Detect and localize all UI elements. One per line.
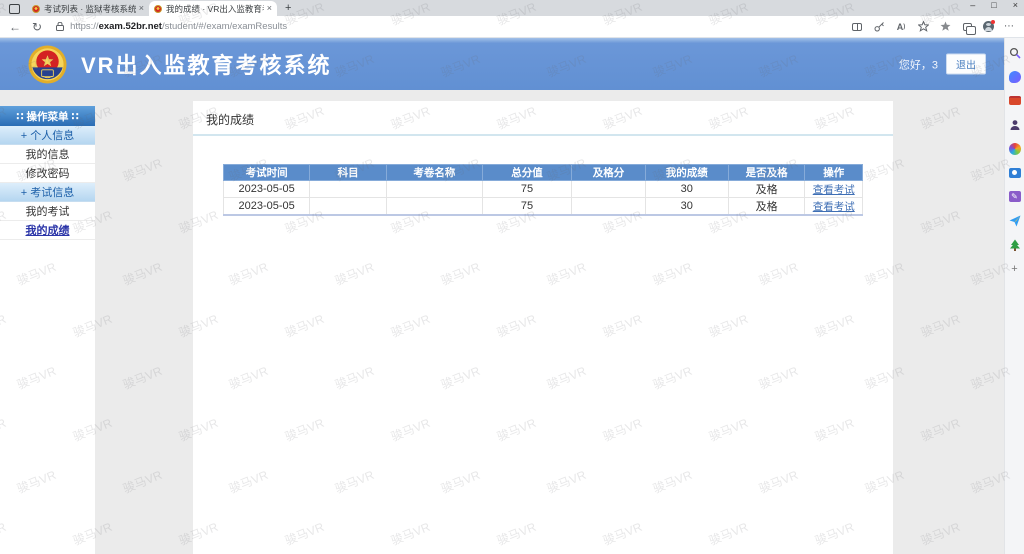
col-pass-status: 是否及格 [728, 165, 805, 181]
table-row: 2023-05-05 75 30 及格 查看考试 [224, 198, 863, 216]
more-menu-icon[interactable]: ⋯ [1004, 21, 1015, 32]
password-key-icon[interactable] [873, 21, 885, 33]
cell-my-score: 30 [645, 198, 728, 216]
edge-sidebar: ✎ + [1004, 38, 1024, 554]
cell-pass-score [572, 198, 645, 216]
cell-exam-time: 2023-05-05 [224, 198, 310, 216]
tab-bar: 考试列表 · 监狱考核系统 × 我的成绩 · VR出入监教育考核系... × +… [0, 0, 1024, 16]
refresh-icon[interactable]: ↻ [32, 21, 42, 33]
profile-avatar[interactable] [983, 21, 994, 32]
read-aloud-icon[interactable]: A) [895, 21, 907, 33]
collections-star-icon[interactable] [939, 21, 951, 33]
tab-exam-list[interactable]: 考试列表 · 监狱考核系统 × [27, 1, 149, 16]
cell-pass-status: 及格 [728, 198, 805, 216]
sidebar-menu-title: ∷ 操作菜单 ∷ [0, 106, 95, 126]
toolbar-actions: A) ⋯ [851, 21, 1015, 33]
tab-actions-icon[interactable] [9, 4, 20, 14]
table-header-row: 考试时间 科目 考卷名称 总分值 及格分 我的成绩 是否及格 操作 [224, 165, 863, 181]
col-pass-score: 及格分 [572, 165, 645, 181]
user-greeting: 您好，3 [899, 56, 938, 72]
col-paper-name: 考卷名称 [386, 165, 482, 181]
table-row: 2023-05-05 75 30 及格 查看考试 [224, 181, 863, 198]
sidebar-menu: ∷ 操作菜单 ∷ + 个人信息 我的信息 修改密码 + 考试信息 我的考试 我的… [0, 106, 95, 554]
tab-close-icon[interactable]: × [139, 4, 144, 13]
drawing-icon[interactable]: ✎ [1008, 190, 1021, 203]
page-body: ∷ 操作菜单 ∷ + 个人信息 我的信息 修改密码 + 考试信息 我的考试 我的… [0, 90, 1004, 554]
search-icon[interactable] [1008, 46, 1021, 59]
tree-icon[interactable] [1008, 238, 1021, 251]
app-header: VR出入监教育考核系统 您好，3 退出 [0, 38, 1004, 90]
color-wheel-icon[interactable] [1008, 142, 1021, 155]
add-icon[interactable]: + [1008, 262, 1021, 275]
site-favicon [32, 5, 40, 13]
close-button[interactable]: × [1013, 1, 1018, 10]
col-total-score: 总分值 [482, 165, 571, 181]
cell-subject [310, 198, 387, 216]
app-title: VR出入监教育考核系统 [81, 48, 332, 80]
discover-icon[interactable] [1008, 70, 1021, 83]
camera-icon[interactable] [1008, 166, 1021, 179]
sidebar-item-my-grades[interactable]: 我的成绩 [0, 221, 95, 240]
view-exam-link[interactable]: 查看考试 [813, 184, 855, 196]
browser-content: VR出入监教育考核系统 您好，3 退出 ∷ 操作菜单 ∷ + 个人信息 我的信息… [0, 38, 1024, 554]
cell-paper-name [386, 198, 482, 216]
col-action: 操作 [805, 165, 863, 181]
site-favicon [154, 5, 162, 13]
minimize-button[interactable]: – [970, 1, 975, 10]
col-exam-time: 考试时间 [224, 165, 310, 181]
grades-table: 考试时间 科目 考卷名称 总分值 及格分 我的成绩 是否及格 操作 2023-0… [223, 164, 863, 216]
col-subject: 科目 [310, 165, 387, 181]
site-info-lock-icon[interactable] [56, 22, 64, 31]
browser-essentials-icon[interactable] [961, 21, 973, 33]
split-screen-icon[interactable] [851, 21, 863, 33]
toolbox-icon[interactable] [1008, 94, 1021, 107]
sidebar-group-exam-info[interactable]: + 考试信息 [0, 183, 95, 202]
cell-my-score: 30 [645, 181, 728, 198]
web-page: VR出入监教育考核系统 您好，3 退出 ∷ 操作菜单 ∷ + 个人信息 我的信息… [0, 38, 1004, 554]
cell-pass-score [572, 181, 645, 198]
restore-button[interactable]: □ [991, 1, 996, 10]
sidebar-item-my-info[interactable]: 我的信息 [0, 145, 95, 164]
sidebar-group-personal-info[interactable]: + 个人信息 [0, 126, 95, 145]
header-user-area: 您好，3 退出 [899, 54, 986, 75]
page-title: 我的成绩 [193, 101, 893, 136]
cell-total-score: 75 [482, 198, 571, 216]
cell-total-score: 75 [482, 181, 571, 198]
view-exam-link[interactable]: 查看考试 [813, 201, 855, 213]
address-bar[interactable]: https://exam.52br.net/student/#/exam/exa… [70, 21, 287, 32]
content-card: 我的成绩 考试时间 科目 考卷名称 总分值 及格分 我的成绩 [193, 101, 893, 554]
browser-toolbar: ← ↻ https://exam.52br.net/student/#/exam… [0, 16, 1024, 38]
tab-title: 考试列表 · 监狱考核系统 [44, 3, 136, 15]
browser-window: 考试列表 · 监狱考核系统 × 我的成绩 · VR出入监教育考核系... × +… [0, 0, 1024, 554]
sidebar-item-my-exams[interactable]: 我的考试 [0, 202, 95, 221]
col-my-score: 我的成绩 [645, 165, 728, 181]
sidebar-item-change-password[interactable]: 修改密码 [0, 164, 95, 183]
back-icon[interactable]: ← [9, 21, 21, 33]
paper-plane-icon[interactable] [1008, 214, 1021, 227]
cell-action: 查看考试 [805, 198, 863, 216]
notification-dot-icon [991, 20, 995, 24]
window-controls: – □ × [970, 1, 1018, 10]
favorites-star-icon[interactable] [917, 21, 929, 33]
cell-exam-time: 2023-05-05 [224, 181, 310, 198]
cell-subject [310, 181, 387, 198]
cell-paper-name [386, 181, 482, 198]
cell-action: 查看考试 [805, 181, 863, 198]
tab-close-icon[interactable]: × [267, 4, 272, 13]
police-emblem-logo [28, 45, 67, 84]
cell-pass-status: 及格 [728, 181, 805, 198]
tab-my-grades[interactable]: 我的成绩 · VR出入监教育考核系... × [149, 1, 277, 16]
logout-button[interactable]: 退出 [946, 54, 986, 75]
new-tab-button[interactable]: + [285, 3, 291, 14]
contact-icon[interactable] [1008, 118, 1021, 131]
tab-title: 我的成绩 · VR出入监教育考核系... [166, 3, 264, 15]
